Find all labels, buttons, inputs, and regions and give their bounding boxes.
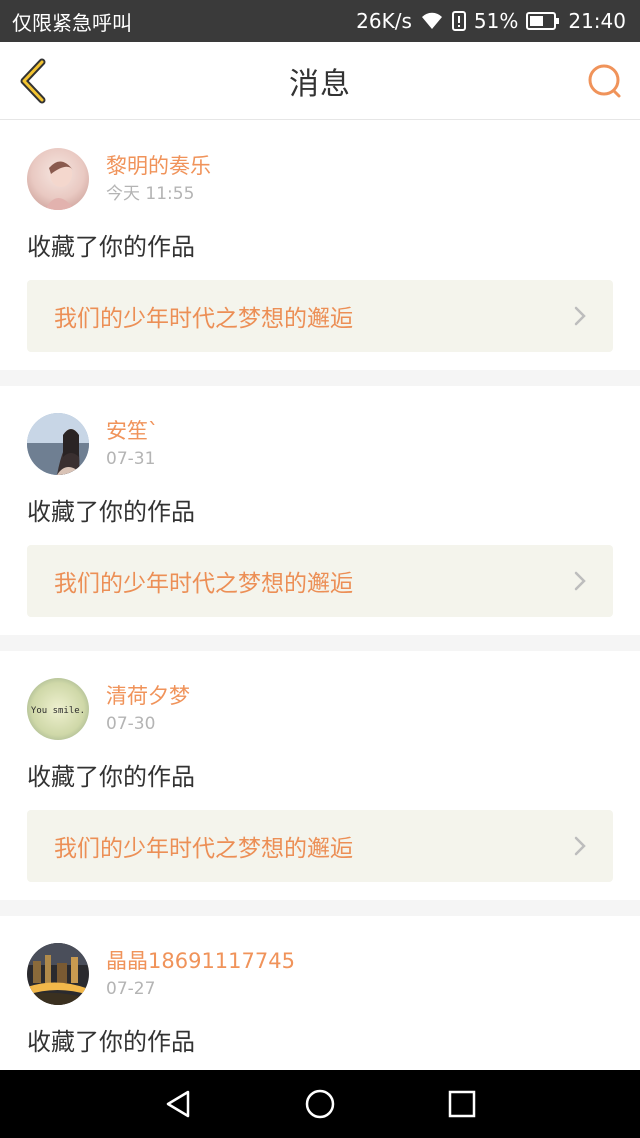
message-header: 黎明的奏乐 今天 11:55	[27, 121, 613, 237]
timestamp: 今天 11:55	[106, 184, 195, 204]
message-header: 安笙` 07-31	[27, 386, 613, 502]
carrier-text: 仅限紧急呼叫	[12, 10, 132, 35]
nav-home-button[interactable]	[304, 1088, 336, 1120]
work-title: 我们的少年时代之梦想的邂逅	[54, 306, 353, 332]
user-meta: 清荷夕梦 07-30	[106, 682, 190, 736]
timestamp: 07-30	[106, 714, 156, 734]
work-title: 我们的少年时代之梦想的邂逅	[54, 836, 353, 862]
avatar[interactable]	[27, 413, 89, 475]
circle-home-icon	[305, 1089, 335, 1119]
user-meta: 安笙` 07-31	[106, 417, 159, 471]
user-name[interactable]: 黎明的奏乐	[106, 152, 211, 180]
avatar[interactable]	[27, 148, 89, 210]
work-title: 我们的少年时代之梦想的邂逅	[54, 571, 353, 597]
message-list: 黎明的奏乐 今天 11:55 收藏了你的作品 我们的少年时代之梦想的邂逅 安笙`…	[0, 121, 640, 1058]
user-name[interactable]: 安笙`	[106, 417, 159, 445]
list-item: You smile. 清荷夕梦 07-30 收藏了你的作品 我们的少年时代之梦想…	[0, 651, 640, 882]
avatar-text: You smile.	[31, 706, 85, 716]
work-link[interactable]: 我们的少年时代之梦想的邂逅	[27, 545, 613, 617]
back-button[interactable]	[16, 58, 50, 104]
back-chevron-icon	[20, 58, 46, 104]
triangle-back-icon	[166, 1090, 190, 1118]
divider	[0, 900, 640, 916]
action-text: 收藏了你的作品	[27, 763, 195, 791]
action-text: 收藏了你的作品	[27, 1028, 195, 1056]
work-link[interactable]: 我们的少年时代之梦想的邂逅	[27, 280, 613, 352]
user-meta: 黎明的奏乐 今天 11:55	[106, 152, 211, 206]
divider	[0, 370, 640, 386]
square-recents-icon	[448, 1090, 476, 1118]
list-item: 安笙` 07-31 收藏了你的作品 我们的少年时代之梦想的邂逅	[0, 386, 640, 617]
list-item: 黎明的奏乐 今天 11:55 收藏了你的作品 我们的少年时代之梦想的邂逅	[0, 121, 640, 352]
battery-icon	[526, 12, 560, 30]
chevron-right-icon	[574, 571, 586, 591]
sim-alert-icon	[451, 11, 466, 31]
nav-recents-button[interactable]	[446, 1088, 478, 1120]
net-speed: 26K/s	[356, 9, 412, 33]
user-name[interactable]: 晶晶18691117745	[106, 947, 295, 975]
page-title: 消息	[289, 66, 351, 102]
chevron-right-icon	[574, 836, 586, 856]
timestamp: 07-27	[106, 979, 156, 999]
avatar[interactable]: You smile.	[27, 678, 89, 740]
action-text: 收藏了你的作品	[27, 233, 195, 261]
timestamp: 07-31	[106, 449, 156, 469]
clock: 21:40	[568, 9, 626, 33]
status-bar: 仅限紧急呼叫 26K/s 51% 21:40	[0, 0, 640, 42]
avatar[interactable]	[27, 943, 89, 1005]
action-text: 收藏了你的作品	[27, 498, 195, 526]
nav-back-button[interactable]	[162, 1088, 194, 1120]
search-button[interactable]	[586, 62, 624, 100]
screen: 仅限紧急呼叫 26K/s 51% 21:40 消息 黎明的奏乐 今天 11:55…	[0, 0, 640, 1138]
battery-pct: 51%	[473, 9, 519, 33]
user-name[interactable]: 清荷夕梦	[106, 682, 190, 710]
status-icons: 26K/s 51% 21:40	[356, 9, 626, 33]
divider	[0, 635, 640, 651]
message-header: You smile. 清荷夕梦 07-30	[27, 651, 613, 767]
message-header: 晶晶18691117745 07-27	[27, 916, 613, 1032]
header: 消息	[0, 42, 640, 120]
system-nav-bar	[0, 1070, 640, 1138]
user-meta: 晶晶18691117745 07-27	[106, 947, 295, 1001]
work-link[interactable]: 我们的少年时代之梦想的邂逅	[27, 810, 613, 882]
chevron-right-icon	[574, 306, 586, 326]
list-item: 晶晶18691117745 07-27 收藏了你的作品	[0, 916, 640, 1058]
search-icon	[588, 64, 621, 98]
wifi-icon	[420, 11, 444, 31]
